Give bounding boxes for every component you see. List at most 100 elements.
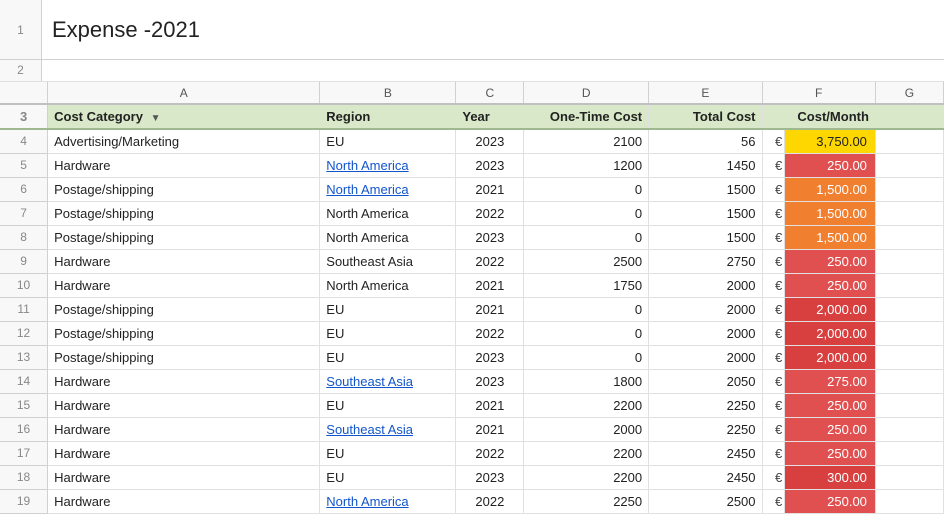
cell-cost-month: 300.00 — [785, 465, 876, 489]
cell-region[interactable]: Southeast Asia — [320, 417, 456, 441]
cell-year: 2022 — [456, 489, 524, 513]
col-header-G[interactable]: G — [875, 82, 943, 104]
cell-cost-category: Postage/shipping — [48, 177, 320, 201]
cell-empty-g — [875, 441, 943, 465]
cell-region[interactable]: North America — [320, 177, 456, 201]
cell-empty-g — [875, 201, 943, 225]
region-link[interactable]: North America — [326, 494, 408, 509]
cell-cost-category: Postage/shipping — [48, 345, 320, 369]
cell-cost-month: 2,000.00 — [785, 345, 876, 369]
table-row: 7Postage/shippingNorth America202201500€… — [0, 201, 944, 225]
cell-cost-category: Postage/shipping — [48, 201, 320, 225]
cell-total-cost: 2250 — [649, 417, 762, 441]
row-number: 11 — [0, 297, 48, 321]
cell-empty-g — [875, 273, 943, 297]
cell-euro-sign: € — [762, 369, 785, 393]
cell-cost-month: 250.00 — [785, 249, 876, 273]
cell-region[interactable]: Southeast Asia — [320, 369, 456, 393]
cell-euro-sign: € — [762, 153, 785, 177]
row-number: 18 — [0, 465, 48, 489]
cell-cost-category: Hardware — [48, 153, 320, 177]
cell-region: EU — [320, 129, 456, 153]
cell-one-time-cost: 1200 — [524, 153, 649, 177]
cell-cost-category: Hardware — [48, 273, 320, 297]
cell-one-time-cost: 0 — [524, 297, 649, 321]
cell-empty-g — [875, 153, 943, 177]
cell-empty-g — [875, 321, 943, 345]
cell-cost-month: 3,750.00 — [785, 129, 876, 153]
row-number: 4 — [0, 129, 48, 153]
cell-empty-g — [875, 465, 943, 489]
cell-one-time-cost: 1750 — [524, 273, 649, 297]
cell-cost-category: Postage/shipping — [48, 321, 320, 345]
cell-euro-sign: € — [762, 177, 785, 201]
region-link[interactable]: North America — [326, 158, 408, 173]
cell-region[interactable]: North America — [320, 153, 456, 177]
cell-region: EU — [320, 345, 456, 369]
header-cost-month: Cost/Month — [762, 104, 875, 129]
cell-euro-sign: € — [762, 249, 785, 273]
cell-total-cost: 2000 — [649, 273, 762, 297]
header-year: Year — [456, 104, 524, 129]
cell-euro-sign: € — [762, 201, 785, 225]
spreadsheet-title: Expense -2021 — [52, 17, 200, 43]
col-header-F[interactable]: F — [762, 82, 875, 104]
cell-region: North America — [320, 273, 456, 297]
cell-total-cost: 1450 — [649, 153, 762, 177]
cell-cost-category: Hardware — [48, 393, 320, 417]
cell-year: 2023 — [456, 225, 524, 249]
cell-year: 2022 — [456, 249, 524, 273]
filter-icon[interactable]: ▼ — [151, 113, 161, 124]
row-number: 8 — [0, 225, 48, 249]
cell-cost-category: Postage/shipping — [48, 297, 320, 321]
cell-year: 2021 — [456, 177, 524, 201]
spreadsheet: 1 Expense -2021 2 A B C D — [0, 0, 944, 530]
cell-empty-g — [875, 417, 943, 441]
cell-year: 2021 — [456, 417, 524, 441]
cell-cost-category: Hardware — [48, 249, 320, 273]
cell-region[interactable]: North America — [320, 489, 456, 513]
cell-one-time-cost: 0 — [524, 177, 649, 201]
region-link[interactable]: Southeast Asia — [326, 422, 413, 437]
col-header-E[interactable]: E — [649, 82, 762, 104]
cell-cost-month: 1,500.00 — [785, 201, 876, 225]
cell-year: 2023 — [456, 369, 524, 393]
cell-total-cost: 2050 — [649, 369, 762, 393]
col-header-C[interactable]: C — [456, 82, 524, 104]
row-number: 13 — [0, 345, 48, 369]
col-header-B[interactable]: B — [320, 82, 456, 104]
cell-cost-category: Postage/shipping — [48, 225, 320, 249]
row-number: 10 — [0, 273, 48, 297]
table-header-row: 3 Cost Category ▼ Region Year One-Time C… — [0, 104, 944, 129]
cell-empty-g — [875, 249, 943, 273]
col-header-A[interactable]: A — [48, 82, 320, 104]
cell-euro-sign: € — [762, 417, 785, 441]
cell-cost-month: 2,000.00 — [785, 297, 876, 321]
header-total-cost: Total Cost — [649, 104, 762, 129]
cell-euro-sign: € — [762, 321, 785, 345]
cell-empty-g — [875, 345, 943, 369]
col-header-D[interactable]: D — [524, 82, 649, 104]
cell-one-time-cost: 0 — [524, 225, 649, 249]
cell-cost-category: Hardware — [48, 465, 320, 489]
region-link[interactable]: North America — [326, 182, 408, 197]
cell-region: Southeast Asia — [320, 249, 456, 273]
header-empty-g — [875, 104, 943, 129]
cell-total-cost: 2250 — [649, 393, 762, 417]
table-row: 16HardwareSoutheast Asia202120002250€250… — [0, 417, 944, 441]
cell-cost-month: 250.00 — [785, 153, 876, 177]
table-row: 5HardwareNorth America202312001450€250.0… — [0, 153, 944, 177]
cell-one-time-cost: 2200 — [524, 393, 649, 417]
cell-total-cost: 2450 — [649, 441, 762, 465]
cell-cost-month: 2,000.00 — [785, 321, 876, 345]
table-row: 13Postage/shippingEU202302000€2,000.00 — [0, 345, 944, 369]
cell-region: EU — [320, 393, 456, 417]
region-link[interactable]: Southeast Asia — [326, 374, 413, 389]
cell-one-time-cost: 0 — [524, 345, 649, 369]
cell-year: 2021 — [456, 273, 524, 297]
cell-euro-sign: € — [762, 345, 785, 369]
table-row: 4Advertising/MarketingEU2023210056€3,750… — [0, 129, 944, 153]
cell-total-cost: 2750 — [649, 249, 762, 273]
cell-empty-g — [875, 489, 943, 513]
table-row: 14HardwareSoutheast Asia202318002050€275… — [0, 369, 944, 393]
